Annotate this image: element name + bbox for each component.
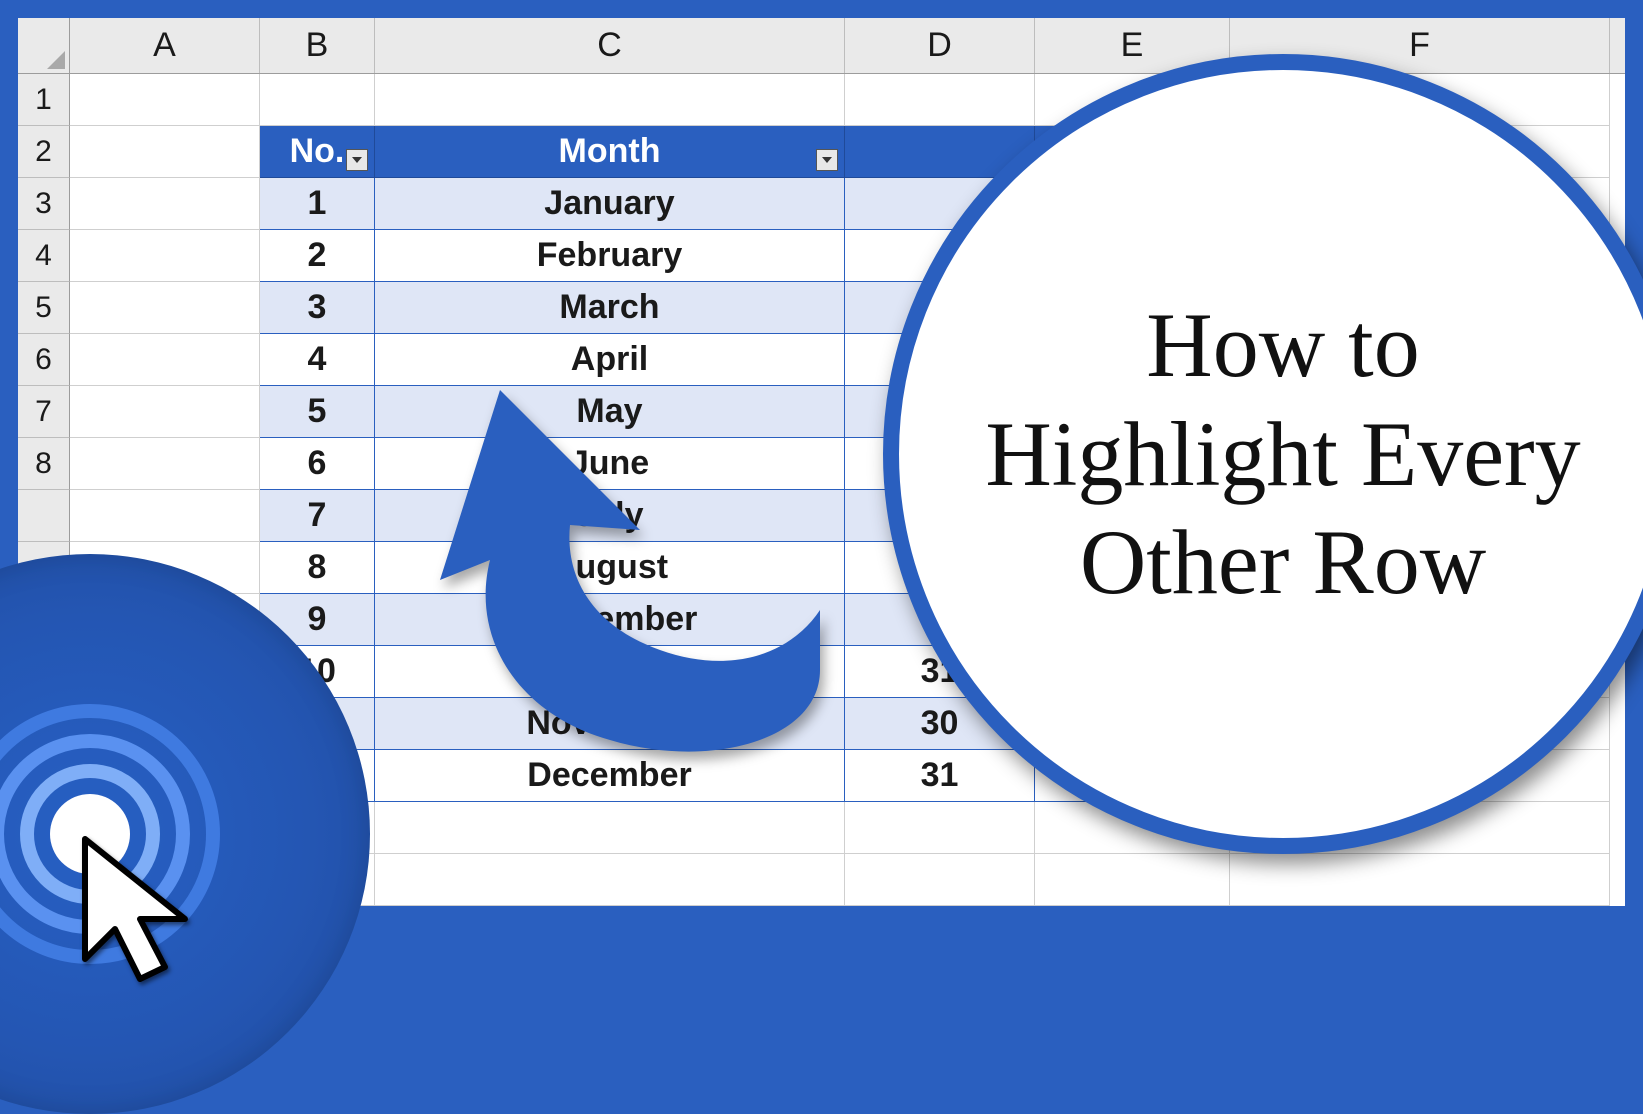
filter-dropdown-icon[interactable] — [346, 149, 368, 171]
row-header-8[interactable]: 8 — [18, 438, 70, 490]
filter-dropdown-icon[interactable] — [816, 149, 838, 171]
cell-no[interactable]: 4 — [260, 334, 375, 386]
table-header-no[interactable]: No. — [260, 126, 375, 178]
row-header-1[interactable]: 1 — [18, 74, 70, 126]
column-header-D[interactable]: D — [845, 18, 1035, 73]
cell-month[interactable]: December — [375, 750, 845, 802]
cell-no[interactable]: 1 — [260, 178, 375, 230]
cell-month[interactable]: January — [375, 178, 845, 230]
cell-A3[interactable] — [70, 178, 260, 230]
cell-month[interactable]: October — [375, 646, 845, 698]
table-header-no-label: No. — [290, 132, 345, 171]
cell-A7[interactable] — [70, 386, 260, 438]
cell-month[interactable]: May — [375, 386, 845, 438]
column-header-B[interactable]: B — [260, 18, 375, 73]
cell-A6[interactable] — [70, 334, 260, 386]
table-header-month-label: Month — [559, 132, 661, 171]
cell-A4[interactable] — [70, 230, 260, 282]
cell-month[interactable]: February — [375, 230, 845, 282]
row-header-4[interactable]: 4 — [18, 230, 70, 282]
cell-A5[interactable] — [70, 282, 260, 334]
row-header-7[interactable]: 7 — [18, 386, 70, 438]
cell-B1[interactable] — [260, 74, 375, 126]
click-ripple-icon — [0, 704, 220, 964]
cell-A8[interactable] — [70, 438, 260, 490]
select-all-triangle-icon — [47, 51, 65, 69]
cell-month[interactable]: April — [375, 334, 845, 386]
cell-no[interactable]: 3 — [260, 282, 375, 334]
cell-no[interactable]: 6 — [260, 438, 375, 490]
cell-no[interactable]: 8 — [260, 542, 375, 594]
row-header-5[interactable]: 5 — [18, 282, 70, 334]
cell-month[interactable]: July — [375, 490, 845, 542]
cell-month[interactable]: November — [375, 698, 845, 750]
cell-month[interactable]: March — [375, 282, 845, 334]
cell-days[interactable]: 31 — [845, 750, 1035, 802]
row-header-2[interactable]: 2 — [18, 126, 70, 178]
select-all-corner[interactable] — [18, 18, 70, 73]
cell-A9[interactable] — [70, 490, 260, 542]
title-text: How to Highlight Every Other Row — [959, 291, 1607, 617]
column-header-row: A B C D E F — [18, 18, 1625, 74]
column-header-A[interactable]: A — [70, 18, 260, 73]
table-header-month[interactable]: Month + — [375, 126, 845, 178]
cell-D1[interactable] — [845, 74, 1035, 126]
row-header-6[interactable]: 6 — [18, 334, 70, 386]
cell-no[interactable]: 5 — [260, 386, 375, 438]
cell-A2[interactable] — [70, 126, 260, 178]
cell-C1[interactable] — [375, 74, 845, 126]
cell-month[interactable]: August — [375, 542, 845, 594]
cell-month[interactable]: June — [375, 438, 845, 490]
row-header-9[interactable] — [18, 490, 70, 542]
row-header-3[interactable]: 3 — [18, 178, 70, 230]
title-circle: How to Highlight Every Other Row — [883, 54, 1643, 854]
cell-month[interactable]: September — [375, 594, 845, 646]
cursor-arrow-icon — [75, 829, 225, 989]
cell-no[interactable]: 7 — [260, 490, 375, 542]
cell-no[interactable]: 2 — [260, 230, 375, 282]
column-header-C[interactable]: C — [375, 18, 845, 73]
cell-A1[interactable] — [70, 74, 260, 126]
